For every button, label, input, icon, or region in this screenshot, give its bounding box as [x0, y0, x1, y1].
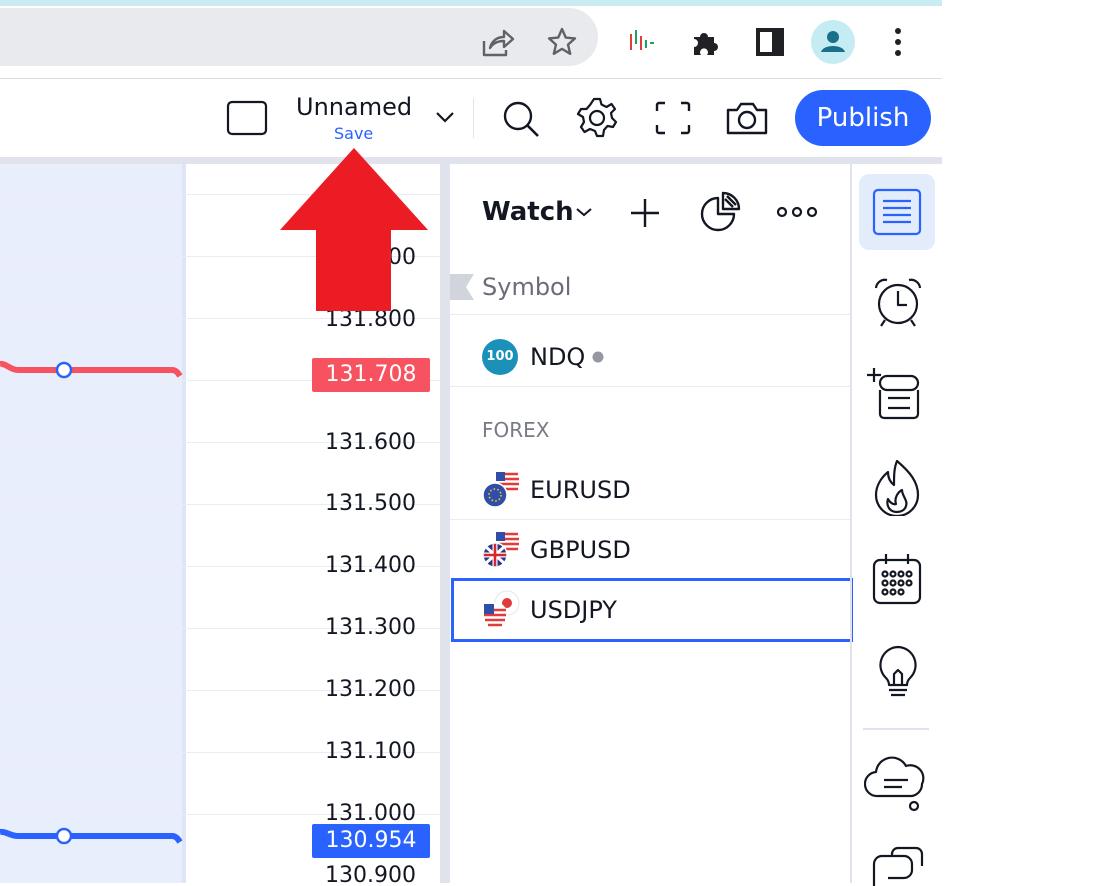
publish-button[interactable]: Publish — [795, 90, 931, 146]
status-dot-icon — [592, 351, 604, 363]
fullscreen-icon[interactable] — [654, 100, 692, 136]
header-divider — [473, 98, 474, 138]
sort-flag-icon — [450, 274, 474, 300]
sidepanel-icon[interactable] — [756, 28, 784, 56]
alarm-clock-icon[interactable] — [872, 276, 924, 328]
symbol-ndq: NDQ — [530, 343, 586, 371]
pie-chart-icon[interactable] — [698, 190, 744, 234]
symbol-gbpusd: GBPUSD — [530, 536, 631, 564]
eur-usd-flags-icon — [482, 470, 520, 508]
gbp-usd-flags-icon — [482, 530, 520, 568]
price-label: 131.400 — [325, 553, 416, 578]
price-label: 131.100 — [325, 739, 416, 764]
lightbulb-icon[interactable] — [876, 644, 920, 700]
red-price-tag: 131.708 — [312, 358, 430, 392]
more-options-icon[interactable] — [776, 204, 818, 220]
row-separator — [450, 314, 850, 315]
watchlist-title[interactable]: Watch — [482, 196, 574, 228]
share-icon[interactable] — [480, 26, 516, 60]
layout-name[interactable]: Unnamed — [296, 93, 412, 121]
kebab-icon[interactable] — [892, 26, 904, 58]
symbol-column-header[interactable]: Symbol — [482, 272, 571, 302]
row-separator — [450, 386, 850, 387]
camera-icon[interactable] — [724, 98, 770, 138]
chevron-down-icon[interactable] — [434, 110, 456, 124]
price-label: 131.200 — [325, 677, 416, 702]
profile-icon[interactable] — [811, 20, 855, 64]
sidebar-divider — [850, 164, 852, 883]
add-list-icon[interactable] — [864, 366, 924, 422]
layout-square-icon[interactable] — [226, 100, 268, 136]
symbol-eurusd: EURUSD — [530, 476, 631, 504]
chat-bubble-icon[interactable] — [864, 756, 928, 816]
extension-tv-icon[interactable] — [628, 28, 656, 54]
usd-jpy-flags-icon — [482, 590, 520, 628]
ndq-badge: 100 — [486, 349, 514, 364]
price-label: 130.900 — [325, 863, 416, 884]
price-label: 131.600 — [325, 430, 416, 455]
calendar-icon[interactable] — [872, 552, 922, 606]
sidebar-separator — [863, 728, 929, 730]
hot-list-icon[interactable] — [872, 458, 922, 516]
symbol-usdjpy: USDJPY — [530, 596, 617, 624]
gear-icon[interactable] — [575, 96, 619, 140]
panel-divider[interactable] — [440, 164, 450, 883]
watchlist-icon[interactable] — [872, 188, 922, 236]
blue-price-tag: 130.954 — [312, 824, 430, 858]
save-link[interactable]: Save — [334, 125, 373, 143]
header-separator — [0, 157, 942, 164]
add-symbol-icon[interactable] — [628, 196, 662, 230]
price-label: 131.300 — [325, 615, 416, 640]
search-icon[interactable] — [500, 98, 542, 140]
section-forex[interactable]: FOREX — [482, 418, 549, 442]
puzzle-icon[interactable] — [690, 26, 722, 58]
red-arrow-annotation — [278, 146, 430, 312]
price-label: 131.500 — [325, 491, 416, 516]
price-label: 131.000 — [325, 801, 416, 826]
chats-icon[interactable] — [868, 846, 926, 886]
star-icon[interactable] — [546, 26, 578, 58]
watchlist-chevron-icon[interactable] — [574, 206, 594, 218]
